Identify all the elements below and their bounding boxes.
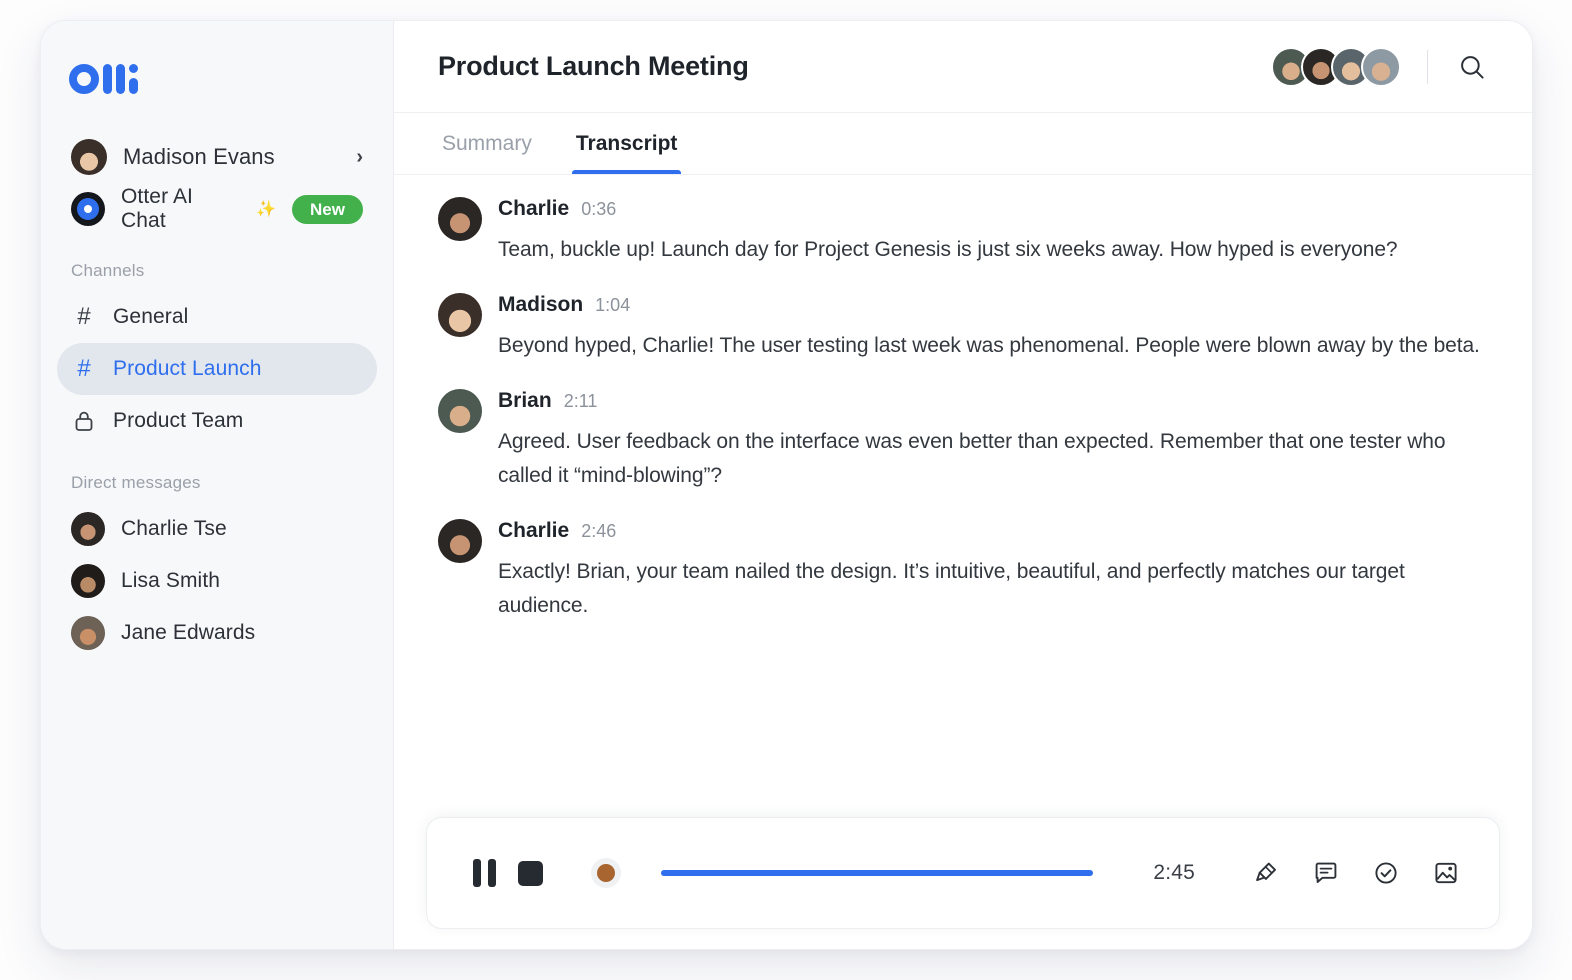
sidebar-user-row[interactable]: Madison Evans › (57, 131, 377, 183)
transcript-text: Team, buckle up! Launch day for Project … (498, 238, 1398, 261)
sidebar-item-label: Lisa Smith (121, 569, 221, 592)
tab-summary[interactable]: Summary (438, 113, 536, 174)
speaker-name[interactable]: Charlie (498, 519, 569, 543)
sidebar: Madison Evans › Otter AI Chat ✨ New Chan… (41, 21, 394, 949)
otter-logo-bar-1 (103, 64, 112, 94)
speaker-name[interactable]: Charlie (498, 197, 569, 221)
sparkle-icon: ✨ (256, 201, 277, 218)
transcript-text: Exactly! Brian, your team nailed the des… (498, 560, 1405, 618)
avatar (71, 512, 105, 546)
speaker-playhead-avatar[interactable] (591, 858, 621, 888)
progress-fill (661, 870, 1093, 876)
main-header: Product Launch Meeting (394, 21, 1532, 113)
tab-transcript[interactable]: Transcript (571, 113, 682, 174)
sidebar-item-label: Charlie Tse (121, 517, 227, 540)
sidebar-dm-charlie-tse[interactable]: Charlie Tse (57, 503, 377, 555)
current-time: 2:45 (1153, 861, 1195, 884)
app-root: Madison Evans › Otter AI Chat ✨ New Chan… (0, 0, 1572, 980)
transcript-entry-head: Madison 1:04 (498, 293, 1488, 319)
sidebar-item-product-team[interactable]: Product Team (57, 395, 377, 447)
timestamp[interactable]: 1:04 (595, 295, 630, 316)
avatar[interactable] (438, 293, 482, 338)
sidebar-item-otter-ai-chat[interactable]: Otter AI Chat ✨ New (57, 183, 377, 235)
image-icon[interactable] (1429, 856, 1463, 890)
sidebar-item-label: Product Team (113, 409, 244, 432)
app-window: Madison Evans › Otter AI Chat ✨ New Chan… (40, 20, 1533, 950)
timestamp[interactable]: 2:46 (581, 521, 616, 542)
search-icon[interactable] (1452, 47, 1492, 87)
page-title: Product Launch Meeting (438, 51, 749, 81)
sidebar-item-general[interactable]: # General (57, 291, 377, 343)
action-item-icon[interactable] (1369, 856, 1403, 890)
highlighter-icon[interactable] (1249, 856, 1283, 890)
transcript-entry: Charlie 2:46 Exactly! Brian, your team n… (438, 519, 1488, 623)
transcript-entry-head: Charlie 2:46 (498, 519, 1488, 545)
player-actions (1249, 856, 1463, 890)
pause-button[interactable] (473, 859, 496, 887)
avatar[interactable] (438, 197, 482, 241)
timestamp[interactable]: 0:36 (581, 199, 616, 220)
sidebar-user-name: Madison Evans (123, 144, 275, 169)
header-actions (1271, 46, 1492, 87)
otter-logo-stub (129, 78, 138, 94)
audio-player: 2:45 (426, 817, 1500, 929)
sidebar-item-label: Jane Edwards (121, 621, 256, 644)
otter-logo-ring (69, 64, 99, 94)
sidebar-dm-jane-edwards[interactable]: Jane Edwards (57, 607, 377, 659)
transcript-text: Beyond hyped, Charlie! The user testing … (498, 334, 1480, 358)
transcript-entry-head: Charlie 0:36 (498, 197, 1488, 223)
avatar (71, 616, 105, 650)
otter-logo[interactable] (69, 63, 393, 95)
chevron-right-icon[interactable]: › (356, 146, 363, 169)
channels-section-title: Channels (71, 261, 145, 280)
participant-avatar-stack[interactable] (1271, 46, 1401, 87)
otter-logo-bar-2 (116, 64, 125, 94)
transcript-entry-body: Charlie 2:46 Exactly! Brian, your team n… (498, 519, 1488, 623)
avatar (71, 564, 105, 598)
hash-icon: # (77, 355, 91, 382)
sidebar-item-label: General (113, 305, 189, 328)
otter-ai-avatar-icon (71, 192, 105, 226)
otter-logo-dot (129, 64, 138, 73)
speaker-name[interactable]: Madison (498, 293, 583, 317)
main-panel: Product Launch Meeting Summary Transcrip… (394, 21, 1532, 949)
sidebar-item-label: Otter AI Chat (121, 185, 193, 232)
avatar[interactable] (438, 389, 482, 434)
sidebar-dm-lisa-smith[interactable]: Lisa Smith (57, 555, 377, 607)
transcript-entry: Brian 2:11 Agreed. User feedback on the … (438, 389, 1488, 493)
comment-icon[interactable] (1309, 856, 1343, 890)
timestamp[interactable]: 2:11 (564, 391, 598, 412)
transcript-entry-body: Brian 2:11 Agreed. User feedback on the … (498, 389, 1488, 493)
tab-label: Summary (442, 131, 532, 155)
stop-button[interactable] (518, 860, 543, 886)
transcript-entry-body: Madison 1:04 Beyond hyped, Charlie! The … (498, 293, 1488, 363)
sidebar-item-product-launch[interactable]: # Product Launch (57, 343, 377, 395)
transcript-entry-body: Charlie 0:36 Team, buckle up! Launch day… (498, 197, 1488, 267)
transcript-entry: Madison 1:04 Beyond hyped, Charlie! The … (438, 293, 1488, 363)
direct-messages-section-title: Direct messages (71, 473, 201, 492)
transcript-entry: Charlie 0:36 Team, buckle up! Launch day… (438, 197, 1488, 267)
hash-icon: # (77, 303, 91, 330)
transcript-text: Agreed. User feedback on the interface w… (498, 430, 1446, 488)
avatar[interactable] (1361, 46, 1401, 87)
progress-bar[interactable] (661, 870, 1093, 876)
speaker-name[interactable]: Brian (498, 389, 552, 413)
tab-label: Transcript (575, 131, 678, 155)
transcript-entry-head: Brian 2:11 (498, 389, 1488, 415)
lock-icon (71, 410, 97, 432)
sidebar-item-label: Product Launch (113, 357, 262, 380)
avatar (71, 139, 107, 175)
header-divider (1427, 49, 1428, 84)
new-badge: New (292, 194, 363, 224)
avatar[interactable] (438, 519, 482, 564)
otter-logo-dot-column (129, 64, 138, 94)
content-tabs: Summary Transcript (394, 113, 1532, 175)
